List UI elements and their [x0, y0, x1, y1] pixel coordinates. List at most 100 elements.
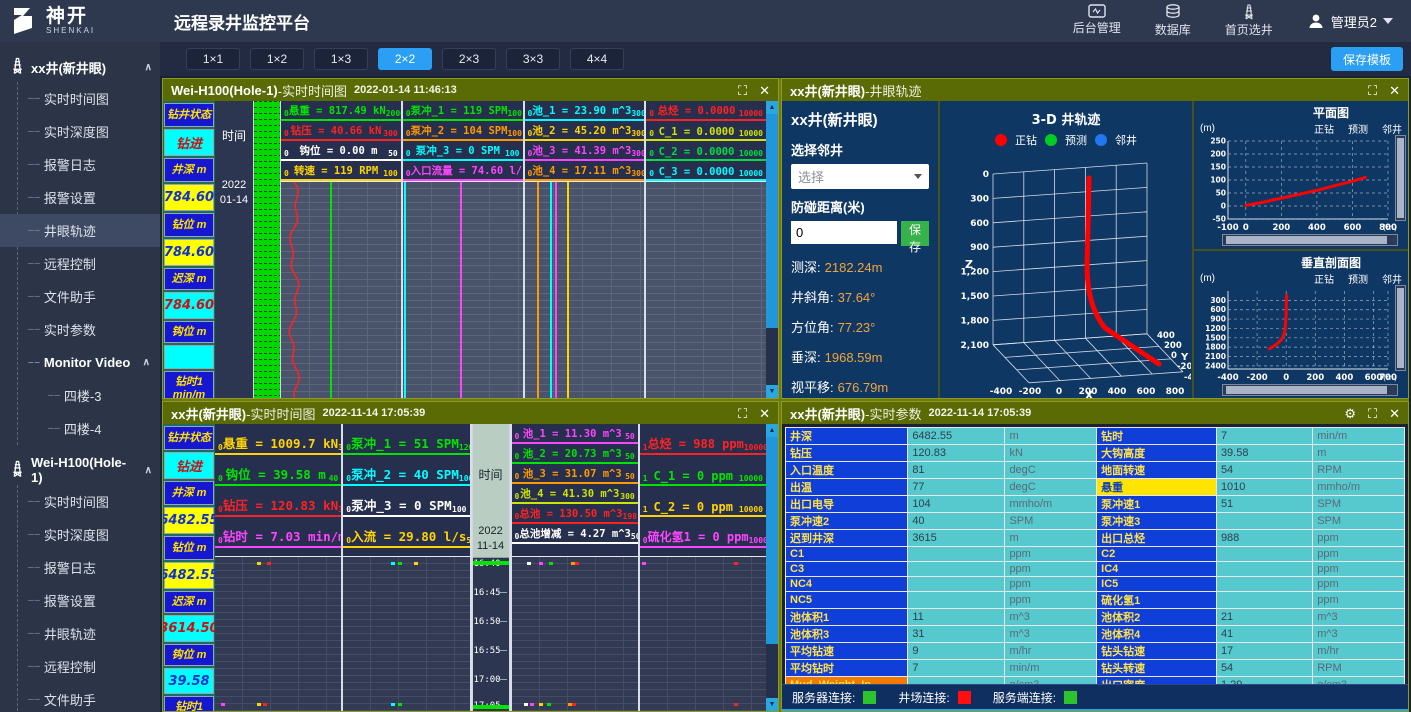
sidebar-item-label: 报警日志: [44, 558, 96, 577]
close-icon[interactable]: ✕: [759, 84, 770, 97]
chart-legend: 正钻预测邻井: [1307, 121, 1402, 136]
close-icon[interactable]: ✕: [759, 407, 770, 420]
sidebar-item-报警日志[interactable]: 报警日志: [0, 551, 160, 584]
svg-text:1,800: 1,800: [961, 316, 989, 326]
scroll-up-icon[interactable]: ▲: [766, 101, 778, 114]
layout-button-3×3[interactable]: 3×3: [506, 48, 560, 70]
sidebar-group-Wei-H100(Hole-1)[interactable]: Wei-H100(Hole-1)∧: [0, 455, 160, 485]
param-value-迟到井深: 3615: [908, 530, 1005, 547]
track-plot-area: [512, 557, 638, 711]
layout-button-4×4[interactable]: 4×4: [570, 48, 624, 70]
vertical-scrollbar[interactable]: ▲▼: [766, 101, 778, 398]
scrollbar-thumb[interactable]: [1226, 236, 1387, 244]
svg-text:200: 200: [1210, 150, 1226, 159]
scroll-down-icon[interactable]: ▼: [766, 698, 778, 711]
legend-label-预测: 预测: [1348, 121, 1368, 136]
settings-gear-icon[interactable]: ⚙: [1344, 407, 1356, 420]
expand-icon[interactable]: ⛶: [1368, 84, 1377, 97]
layout-button-1×3[interactable]: 1×3: [314, 48, 368, 70]
svg-text:-100: -100: [1217, 223, 1238, 233]
scrollbar-thumb[interactable]: [1397, 138, 1404, 218]
param-value-钻头转速: 54: [1216, 660, 1312, 677]
save-template-button[interactable]: 保存模板: [1331, 47, 1403, 71]
data-dot: [527, 562, 531, 565]
scroll-down-icon[interactable]: ▼: [766, 385, 778, 398]
panel-well-name: xx井(新井眼): [790, 81, 865, 100]
scrollbar-thumb[interactable]: [1226, 386, 1387, 394]
header-nav-后台管理[interactable]: 后台管理: [1073, 4, 1121, 38]
header-nav-首页选井[interactable]: 首页选井: [1225, 4, 1273, 38]
curve-max: 50: [625, 452, 635, 461]
sidebar-item-井眼轨迹[interactable]: 井眼轨迹: [0, 617, 160, 650]
param-unit-NC5: ppm: [1005, 592, 1097, 609]
param-label-悬重: 悬重: [1097, 479, 1217, 496]
horizontal-scrollbar[interactable]: [1222, 384, 1398, 396]
chevron-up-icon: ∧: [143, 357, 150, 368]
anticollision-distance-input[interactable]: [791, 221, 897, 244]
sidebar-group-xx井(新井眼)[interactable]: xx井(新井眼)∧: [0, 52, 160, 82]
sidebar-item-实时参数[interactable]: 实时参数: [0, 313, 160, 346]
trajectory-3d-view: 3-D 井轨迹 正钻预测邻井 03006009001,2001,5001,800…: [940, 101, 1194, 398]
user-name: 管理员2: [1331, 12, 1377, 31]
sidebar-item-实时时间图[interactable]: 实时时间图: [0, 485, 160, 518]
sidebar-item-报警设置[interactable]: 报警设置: [0, 584, 160, 617]
layout-button-2×3[interactable]: 2×3: [442, 48, 496, 70]
sidebar-item-远程控制[interactable]: 远程控制: [0, 247, 160, 280]
user-menu[interactable]: 管理员2: [1307, 12, 1393, 31]
time-tick-label: 16:50: [474, 617, 501, 627]
expand-icon[interactable]: ⛶: [738, 84, 747, 97]
curve-header-总烃: 1总烃 = 988 ppm10000: [640, 424, 766, 455]
curve-max: 300: [631, 149, 644, 158]
sidebar-item-实时深度图[interactable]: 实时深度图: [0, 115, 160, 148]
save-distance-button[interactable]: 保存: [901, 221, 929, 246]
sidebar-item-井眼轨迹[interactable]: 井眼轨迹: [0, 214, 160, 247]
neighbor-well-select[interactable]: 选择: [791, 164, 929, 189]
curve-max: 1000: [749, 536, 766, 545]
sidebar-item-文件助手[interactable]: 文件助手: [0, 280, 160, 313]
layout-button-1×2[interactable]: 1×2: [250, 48, 304, 70]
close-icon[interactable]: ✕: [1389, 84, 1400, 97]
sidebar-item-文件助手[interactable]: 文件助手: [0, 683, 160, 712]
header-nav-数据库[interactable]: 数据库: [1155, 4, 1191, 38]
curve-max: 300: [620, 492, 634, 501]
horizontal-scrollbar[interactable]: [1222, 234, 1398, 246]
expand-icon[interactable]: ⛶: [1368, 407, 1377, 420]
shenkai-logo-icon: [10, 6, 40, 36]
tracks-area: 0悬重 = 1009.7 kN30000钩位 = 39.58 m400钻压 = …: [215, 424, 766, 711]
scroll-track: [766, 644, 778, 698]
layout-button-2×2[interactable]: 2×2: [378, 48, 432, 70]
layout-button-1×1[interactable]: 1×1: [186, 48, 240, 70]
svg-text:50: 50: [1216, 189, 1226, 198]
curve-readout: 钻时 = 7.03 min/m: [223, 526, 341, 545]
sidebar-item-报警日志[interactable]: 报警日志: [0, 148, 160, 181]
curve-header-钻压: 0钻压 = 40.66 kN300: [281, 121, 401, 141]
param-value-井深: 6482.55: [908, 428, 1005, 445]
scroll-up-icon[interactable]: ▲: [766, 424, 778, 437]
sidebar-item-远程控制[interactable]: 远程控制: [0, 650, 160, 683]
sidebar-item-实时时间图[interactable]: 实时时间图: [0, 82, 160, 115]
close-icon[interactable]: ✕: [1389, 407, 1400, 420]
sidebar-item-四楼-3[interactable]: 四楼-3: [0, 379, 160, 412]
svg-text:0: 0: [983, 170, 989, 180]
scrollbar-thumb[interactable]: [766, 437, 778, 644]
param-value-泵冲速2: 40: [908, 513, 1005, 530]
vertical-scrollbar[interactable]: [1395, 285, 1406, 371]
sidebar-item-实时深度图[interactable]: 实时深度图: [0, 518, 160, 551]
svg-text:200: 200: [1164, 341, 1182, 351]
scrollbar-thumb[interactable]: [766, 114, 778, 328]
expand-icon[interactable]: ⛶: [738, 407, 747, 420]
scrollbar-thumb[interactable]: [1397, 288, 1404, 368]
time-tick: [498, 679, 507, 680]
param-unit-C1: ppm: [1005, 547, 1097, 562]
sidebar-item-四楼-4[interactable]: 四楼-4: [0, 412, 160, 445]
curve-header-硫化氢1: 0硫化氢1 = 0 ppm1000: [640, 517, 766, 548]
param-value-IC5: [1216, 577, 1312, 592]
vertical-scrollbar[interactable]: [1395, 135, 1406, 221]
chart-card-vertical-section: 垂直剖面图(m)正钻预测邻井-400-2000200400600700(m)30…: [1194, 251, 1408, 399]
sidebar-item-报警设置[interactable]: 报警设置: [0, 181, 160, 214]
time-column: 时间202211-1416:4016:4516:5016:5517:0017:0…: [472, 424, 510, 711]
stat-value: 676.79m: [838, 380, 889, 395]
sidebar-item-Monitor Video[interactable]: Monitor Video∧: [0, 346, 160, 379]
vertical-scrollbar[interactable]: ▲▼: [766, 424, 778, 711]
svg-text:1800: 1800: [1205, 342, 1226, 351]
